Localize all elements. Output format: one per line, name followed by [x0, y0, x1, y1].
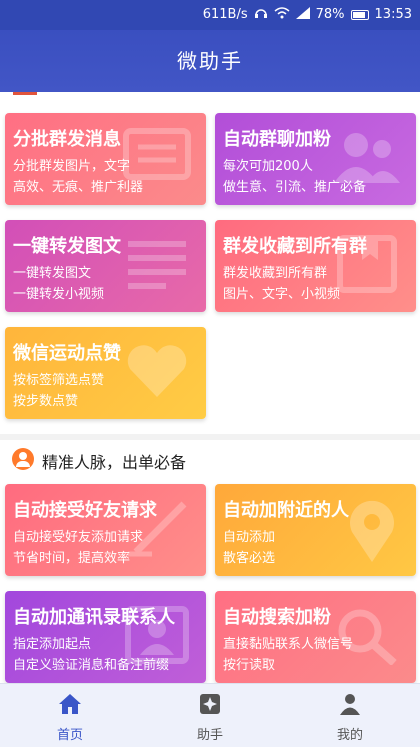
card-desc-2: 图片、文字、小视频: [223, 287, 341, 302]
card-desc-1: 直接黏贴联系人微信号: [223, 637, 354, 652]
card-sport-like[interactable]: 微信运动点赞 按标签筛选点赞 按步数点赞: [5, 327, 206, 419]
card-title: 自动群聊加粉: [223, 129, 331, 150]
card-nearby-people[interactable]: 自动加附近的人 自动添加 散客必选: [215, 484, 416, 576]
battery-icon: [350, 9, 369, 20]
clock: 13:53: [374, 7, 412, 22]
network-speed: 611B/s: [202, 7, 248, 22]
app-bar: 微助手: [0, 30, 420, 92]
headphones-icon: [254, 7, 268, 22]
home-icon: [59, 694, 81, 714]
heart-icon: [127, 345, 187, 397]
card-desc-1: 群发收藏到所有群: [223, 266, 328, 281]
location-pin-icon: [350, 500, 394, 562]
card-desc-1: 自动添加: [223, 530, 276, 545]
card-title: 一键转发图文: [13, 236, 121, 257]
wifi-icon: [274, 7, 290, 22]
sparkle-icon: [200, 694, 220, 714]
user-icon: [340, 694, 360, 715]
card-desc-2: 按步数点赞: [13, 394, 79, 409]
card-batch-message[interactable]: 分批群发消息 分批群发图片，文字 高效、无痕、推广利器: [5, 113, 206, 205]
bottom-tab-bar: 首页 助手 我的: [0, 683, 420, 747]
feature-list: 分批群发消息 分批群发图片，文字 高效、无痕、推广利器 自动群聊加粉 每次可加2…: [0, 98, 420, 683]
signal-icon: [295, 7, 310, 22]
card-favorites-broadcast[interactable]: 群发收藏到所有群 群发收藏到所有群 图片、文字、小视频: [215, 220, 416, 312]
battery-percent: 78%: [315, 7, 345, 22]
tab-me[interactable]: 我的: [280, 684, 420, 747]
card-forward-post[interactable]: 一键转发图文 一键转发图文 一键转发小视频: [5, 220, 206, 312]
card-contacts-add[interactable]: 自动加通讯录联系人 指定添加起点 自定义验证消息和备注前缀: [5, 591, 206, 683]
status-bar: 611B/s 78% 13:53: [0, 0, 420, 30]
card-desc-1: 分批群发图片，文字: [13, 159, 131, 174]
tab-label: 首页: [56, 728, 83, 743]
list-icon: [128, 241, 186, 289]
card-title: 分批群发消息: [13, 129, 121, 150]
section-title: 精准人脉，出单必备: [42, 453, 187, 472]
card-title: 群发收藏到所有群: [223, 236, 367, 257]
card-desc-1: 按标签筛选点赞: [13, 373, 105, 388]
card-desc-2: 做生意、引流、推广必备: [223, 180, 367, 195]
card-desc-2: 一键转发小视频: [13, 287, 105, 302]
card-desc-1: 每次可加200人: [223, 159, 313, 174]
card-title: 自动加通讯录联系人: [13, 607, 175, 628]
card-desc-1: 指定添加起点: [13, 637, 92, 652]
card-title: 自动接受好友请求: [13, 500, 157, 521]
tab-label: 助手: [196, 728, 223, 743]
tab-home[interactable]: 首页: [0, 684, 140, 747]
card-desc-2: 散客必选: [223, 551, 276, 566]
card-title: 自动搜索加粉: [223, 607, 331, 628]
card-desc-2: 自定义验证消息和备注前缀: [13, 658, 170, 673]
card-group-add-fans[interactable]: 自动群聊加粉 每次可加200人 做生意、引流、推广必备: [215, 113, 416, 205]
person-icon: [12, 448, 34, 470]
card-title: 微信运动点赞: [13, 343, 121, 364]
tab-assistant[interactable]: 助手: [140, 684, 280, 747]
card-desc-2: 节省时间，提高效率: [13, 551, 131, 566]
card-accept-friends[interactable]: 自动接受好友请求 自动接受好友添加请求 节省时间，提高效率: [5, 484, 206, 576]
tab-label: 我的: [336, 728, 363, 743]
card-desc-1: 一键转发图文: [13, 266, 92, 281]
card-title: 自动加附近的人: [223, 500, 349, 521]
card-desc-2: 高效、无痕、推广利器: [13, 180, 144, 195]
card-desc-1: 自动接受好友添加请求: [13, 530, 144, 545]
card-search-add[interactable]: 自动搜索加粉 直接黏贴联系人微信号 按行读取: [215, 591, 416, 683]
section-header: 精准人脉，出单必备: [0, 434, 420, 478]
page-title: 微助手: [177, 49, 243, 73]
card-desc-2: 按行读取: [223, 658, 276, 673]
